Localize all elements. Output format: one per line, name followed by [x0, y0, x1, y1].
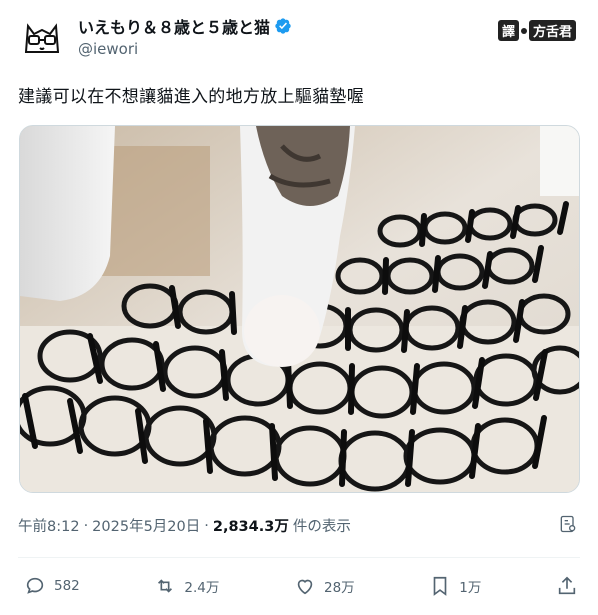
- reply-count: 582: [54, 578, 80, 594]
- verified-badge-icon: [275, 18, 291, 34]
- avatar[interactable]: [18, 12, 66, 60]
- heart-icon: [297, 579, 313, 595]
- like-button[interactable]: 28万: [294, 575, 355, 597]
- post-date[interactable]: 2025年5月20日: [92, 515, 200, 536]
- like-count: 28万: [323, 580, 355, 596]
- bookmark-count: 1万: [459, 580, 482, 596]
- tweet-photo[interactable]: [19, 125, 580, 493]
- divider: [18, 557, 580, 558]
- meta-separator: ·: [83, 517, 89, 534]
- repost-count: 2.4万: [184, 580, 220, 596]
- tweet-meta: 午前8:12 · 2025年5月20日 · 2,834.3万 件の表示: [18, 515, 351, 536]
- view-label: 件の表示: [292, 519, 351, 535]
- photo-cat-on-spike-mat: [20, 126, 579, 492]
- meta-separator-2: ·: [204, 517, 209, 534]
- repost-button[interactable]: 2.4万: [154, 575, 219, 597]
- share-icon: [558, 576, 576, 595]
- tweet-header: いえもり＆８歳と５歳と猫 @iewori 譯 方舌君: [18, 10, 580, 62]
- watermark-dot: [520, 27, 527, 34]
- reply-button[interactable]: 582: [24, 575, 80, 597]
- action-bar: 582 2.4万 28万 1万: [24, 574, 578, 598]
- bookmark-icon: [433, 576, 447, 596]
- tweet-text: 建議可以在不想讓貓進入的地方放上驅貓墊喔: [18, 87, 364, 107]
- bookmark-button[interactable]: 1万: [429, 575, 481, 597]
- name-row: いえもり＆８歳と５歳と猫: [78, 14, 292, 38]
- share-button[interactable]: [556, 575, 578, 597]
- analytics-icon[interactable]: [558, 514, 578, 534]
- watermark-right: 方舌君: [528, 20, 576, 41]
- watermark: 譯 方舌君: [497, 20, 576, 41]
- view-count: 2,834.3万: [212, 519, 289, 535]
- display-name[interactable]: いえもり＆８歳と５歳と猫: [78, 14, 270, 38]
- post-time[interactable]: 午前8:12: [18, 515, 80, 536]
- watermark-left: 譯: [497, 20, 519, 41]
- repost-icon: [158, 579, 173, 593]
- user-handle[interactable]: @iewori: [78, 40, 138, 58]
- reply-icon: [26, 577, 44, 594]
